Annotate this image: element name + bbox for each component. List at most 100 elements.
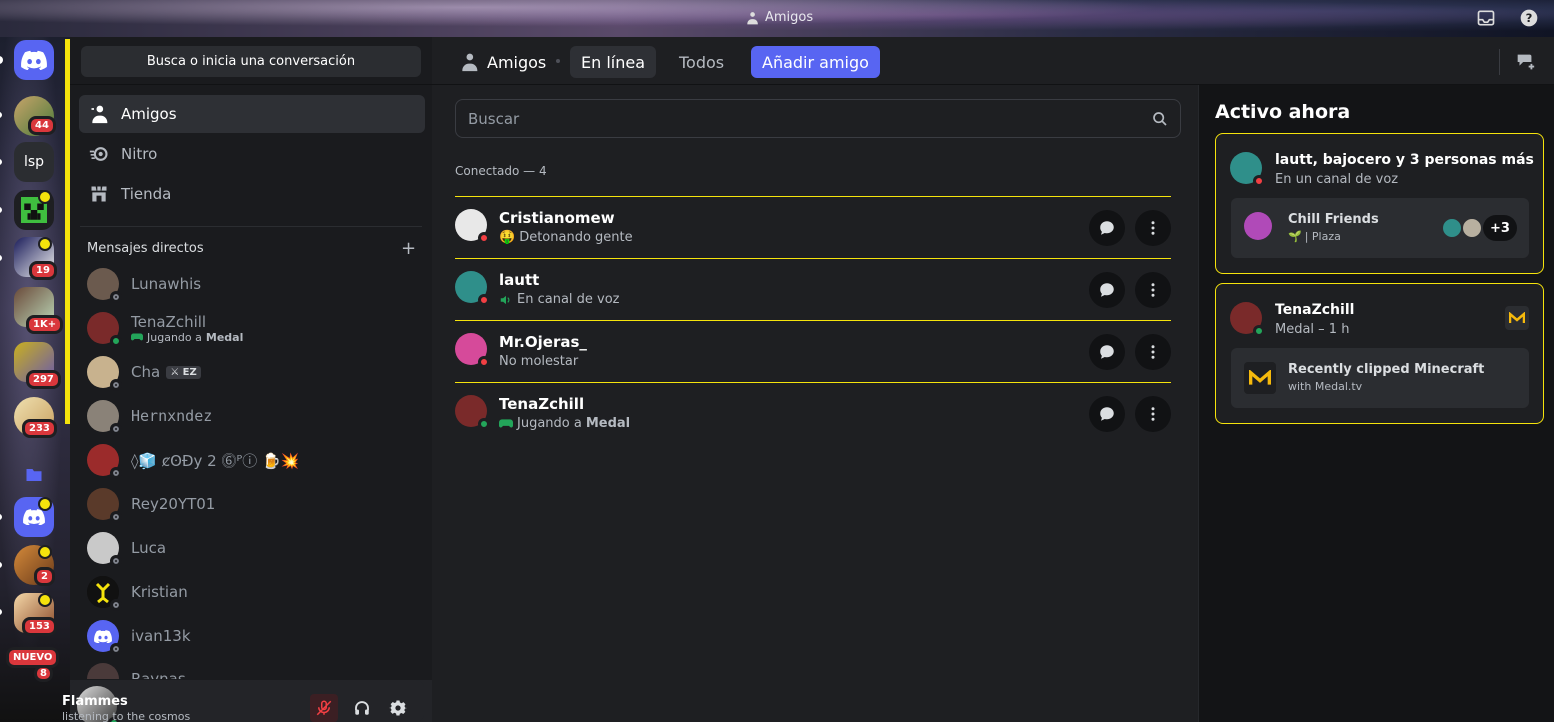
dm-activity-prefix: Jugando a [147,330,202,344]
more-vertical-icon [1151,345,1155,359]
dm-name: Kristian [131,583,188,601]
status-offline-icon [110,555,122,567]
server-2-badge: 19 [29,261,57,280]
divider [1499,49,1500,75]
active-card-title: TenaZchill [1275,302,1355,318]
friends-icon [89,104,109,124]
settings-button[interactable] [384,694,412,722]
dm-item[interactable]: ◊🧊 ȼʘĐy 2 ⓺ᴾⓘ 🍺💥 [79,439,425,481]
friend-status: En canal de voz [499,292,620,307]
more-options-button[interactable] [1135,396,1171,432]
active-card-activity[interactable]: TenaZchill Medal – 1 h Recently clipped … [1215,283,1544,424]
create-dm-icon[interactable]: + [401,238,416,259]
mute-button[interactable] [310,694,338,722]
status-offline-icon [110,291,122,303]
home-button[interactable] [14,40,54,80]
dm-item[interactable]: ivan13k [79,615,425,657]
svg-text:?: ? [1526,11,1533,25]
new-badge[interactable]: NUEVO [6,647,60,668]
server-4-badge: 2 [34,567,55,586]
unread-pill [0,255,2,261]
find-conversation-button[interactable]: Busca o inicia una conversación [81,46,421,77]
speaker-icon [500,295,510,304]
status-online-icon [1253,325,1265,337]
participant-avatar [1441,217,1463,239]
more-options-button[interactable] [1135,210,1171,246]
nav-shop[interactable]: Tienda [79,175,425,213]
active-now-title: Activo ahora [1215,101,1351,123]
nav-friends[interactable]: Amigos [79,95,425,133]
user-status-text: listening to the cosmos [62,710,191,722]
active-card-subtitle: Medal – 1 h [1275,322,1350,337]
add-friend-button[interactable]: Añadir amigo [751,46,880,78]
server-6-badge: 8 [34,665,53,682]
dm-name: Lunawhis [131,275,202,293]
voice-server-name: Chill Friends [1288,212,1379,227]
more-options-button[interactable] [1135,334,1171,370]
avatar [1230,302,1265,337]
avatar [87,532,122,567]
status-dnd-icon [478,232,490,244]
friend-status: 🤑 Detonando gente [499,230,633,245]
server-avatar [1244,212,1272,240]
chat-bubble-icon [1100,345,1114,359]
friend-row[interactable]: Cristianomew 🤑 Detonando gente [455,196,1171,258]
friends-search-input[interactable] [468,109,1138,128]
server-lsp[interactable]: lsp [14,142,54,182]
inbox-icon[interactable] [1476,8,1496,28]
friends-search-box [455,99,1181,138]
friend-row[interactable]: Mr.Ojeras_ No molestar [455,320,1171,382]
dm-item[interactable]: Cha ⚔ EZ [79,351,425,393]
friend-row[interactable]: TenaZchill Jugando a Medal [455,382,1171,444]
voice-channel-card[interactable]: Chill Friends 🌱 | Plaza +3 [1231,198,1529,258]
headphones-icon [355,701,369,715]
avatar [455,333,490,368]
avatar [455,395,490,430]
active-card-title: lautt, bajocero y 3 personas más [1275,152,1534,168]
tab-online[interactable]: En línea [570,46,657,78]
server-folder-2-badge: 297 [26,370,61,389]
dm-item[interactable]: Rey20YT01 [79,483,425,525]
status-offline-icon [110,643,122,655]
active-now-panel: Activo ahora lautt, bajocero y 3 persona… [1198,85,1554,722]
message-button[interactable] [1089,210,1125,246]
message-button[interactable] [1089,396,1125,432]
dm-item[interactable]: Luca [79,527,425,569]
more-options-button[interactable] [1135,272,1171,308]
dm-name: Hernxndez [131,407,213,425]
dm-item[interactable]: TenaZchill Jugando a Medal [79,307,425,349]
mic-muted-icon [316,700,332,716]
friend-status-text: En canal de voz [517,292,620,307]
dm-item[interactable]: Raynas [79,659,425,679]
help-icon[interactable]: ? [1519,8,1539,28]
nav-nitro[interactable]: Nitro [79,135,425,173]
message-button[interactable] [1089,334,1125,370]
status-emoji: 🤑 [499,230,516,245]
status-offline-icon [110,467,122,479]
friends-header-title: Amigos [487,52,547,72]
folder-icon[interactable] [14,455,54,495]
activity-detail-card[interactable]: Recently clipped Minecraft with Medal.tv [1231,348,1529,408]
message-button[interactable] [1089,272,1125,308]
friend-row[interactable]: lautt En canal de voz [455,258,1171,320]
new-group-dm-icon[interactable] [1514,51,1536,73]
friend-status-text: Detonando gente [519,230,633,245]
deafen-button[interactable] [348,694,376,722]
nav-shop-label: Tienda [121,185,172,203]
dm-item[interactable]: Lunawhis [79,263,425,305]
dm-item[interactable]: Kristian [79,571,425,613]
avatar [87,312,122,347]
avatar [1230,152,1265,187]
voice-channel-name: 🌱 | Plaza [1288,230,1341,243]
active-card-voice[interactable]: lautt, bajocero y 3 personas más En un c… [1215,133,1544,274]
participant-avatar [1461,217,1483,239]
status-dnd-icon [478,356,490,368]
activity-detail-title: Recently clipped Minecraft [1288,362,1485,377]
dm-name: Rey20YT01 [131,495,216,513]
user-name: Flammes [62,694,128,709]
dm-item[interactable]: Hernxndez [79,395,425,437]
friend-status-game: Medal [585,416,631,431]
voice-active-icon [38,593,52,607]
dm-name: ◊🧊 ȼʘĐy 2 ⓺ᴾⓘ 🍺💥 [131,451,300,470]
tab-all[interactable]: Todos [668,46,735,78]
